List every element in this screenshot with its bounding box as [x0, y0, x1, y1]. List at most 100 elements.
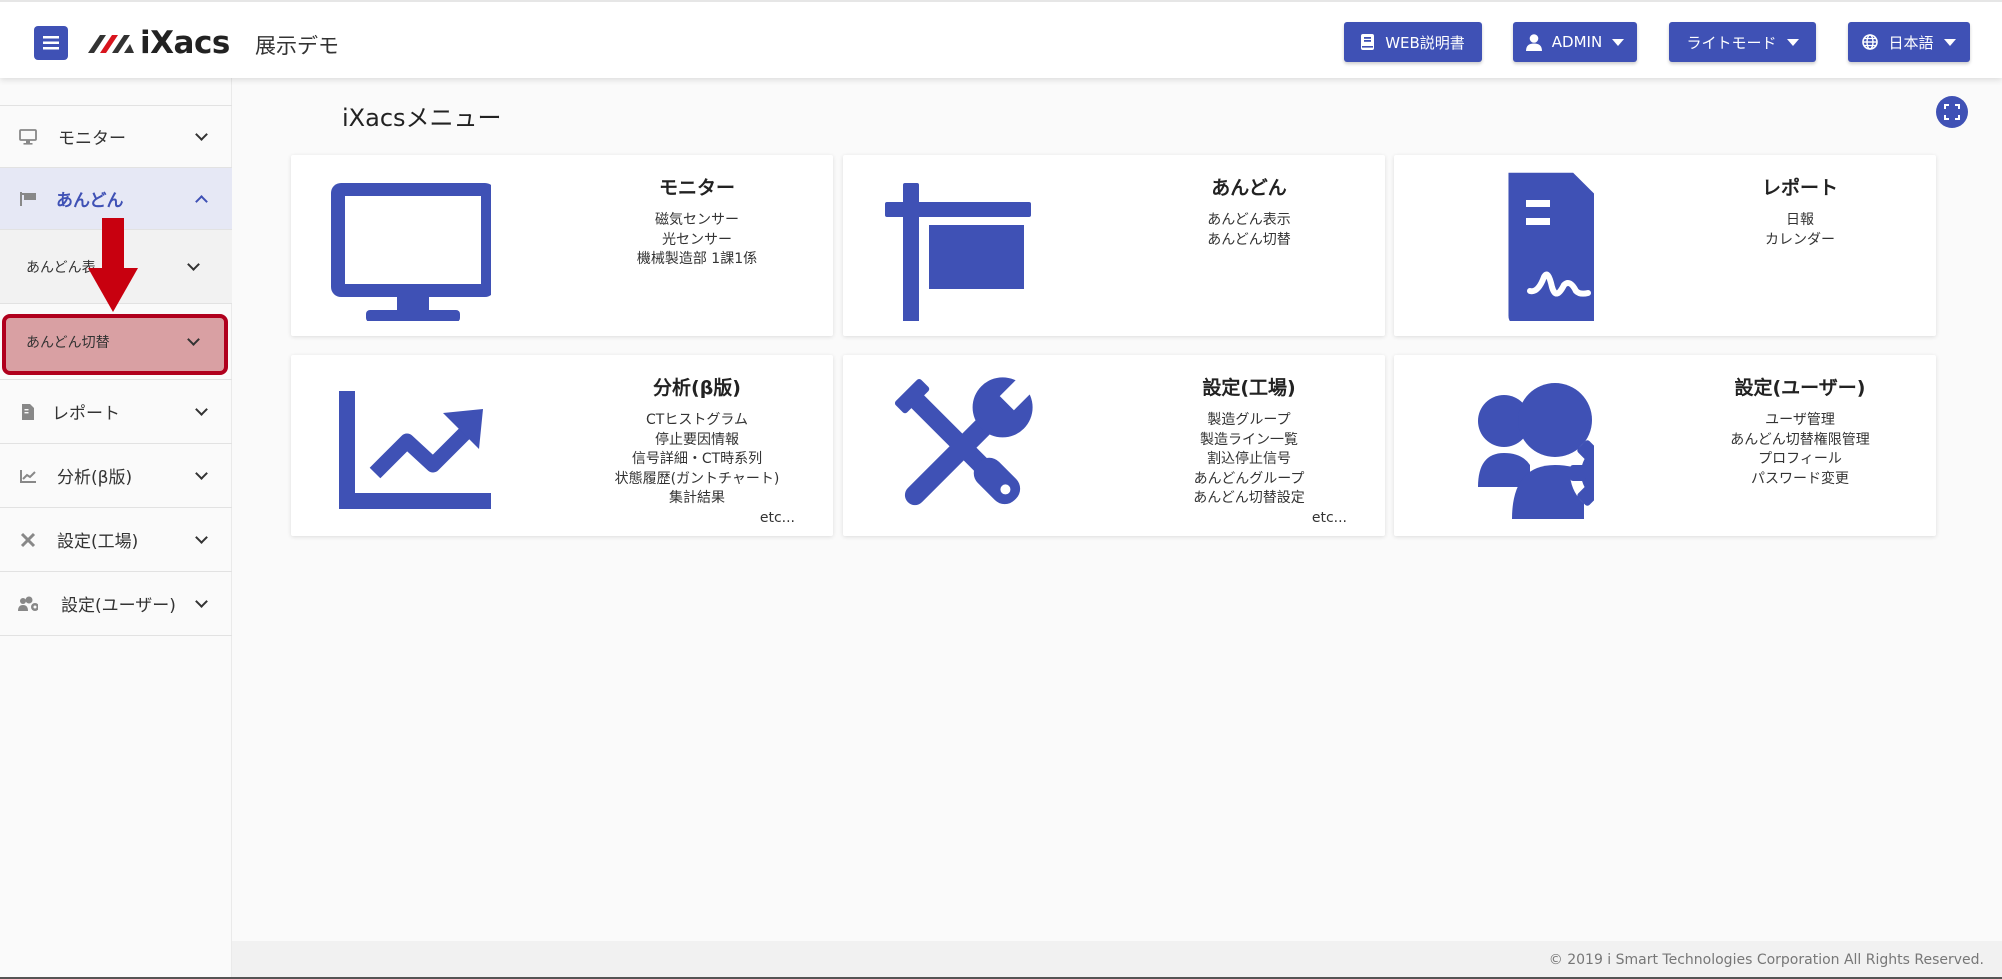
site-name: 展示デモ	[255, 34, 339, 58]
caret-down-icon	[1943, 38, 1956, 46]
copyright-text: © 2019 i Smart Technologies Corporation …	[1548, 952, 1984, 968]
caret-down-icon	[1612, 38, 1625, 46]
card-item[interactable]: あんどん表示	[1113, 211, 1385, 231]
book-icon	[1361, 34, 1375, 50]
language-button[interactable]: 日本語	[1848, 22, 1970, 62]
sidebar-item-analysis[interactable]: 分析(β版)	[0, 444, 232, 508]
users-cog-icon	[1478, 383, 1594, 519]
tools-icon	[894, 374, 1036, 506]
logo-text: iXacs	[140, 25, 230, 61]
chevron-up-icon	[195, 194, 208, 208]
card-item[interactable]: ユーザ管理	[1664, 411, 1936, 431]
card-item[interactable]: 集計結果	[561, 489, 833, 509]
theme-mode-label: ライトモード	[1686, 33, 1777, 52]
menu-card-factory-settings[interactable]: 設定(工場) 製造グループ 製造ライン一覧 割込停止信号 あんどんグループ あん…	[843, 355, 1385, 536]
card-item[interactable]: あんどんグループ	[1113, 470, 1385, 490]
card-item-list: 製造グループ 製造ライン一覧 割込停止信号 あんどんグループ あんどん切替設定	[1113, 411, 1385, 509]
card-item-list: 磁気センサー 光センサー 機械製造部 1課1係	[561, 211, 833, 270]
card-item[interactable]: CTヒストグラム	[561, 411, 833, 431]
app-logo[interactable]: iXacs	[88, 25, 230, 61]
logo-mark-icon	[88, 35, 134, 53]
tools-icon	[18, 530, 38, 550]
sidebar: モニター あんどん あんどん表 あんどん切替 レポート 分析(β版) 設定(工場…	[0, 78, 232, 979]
menu-card-report[interactable]: レポート 日報 カレンダー	[1394, 155, 1936, 336]
card-item[interactable]: 製造グループ	[1113, 411, 1385, 431]
chevron-down-icon	[195, 466, 208, 480]
menu-card-andon[interactable]: あんどん あんどん表示 あんどん切替	[843, 155, 1385, 336]
sidebar-item-monitor[interactable]: モニター	[0, 106, 232, 168]
sidebar-item-label: 分析(β版)	[57, 468, 133, 488]
card-title: 分析(β版)	[653, 377, 741, 399]
fullscreen-icon	[1944, 104, 1960, 120]
sidebar-item-label: あんどん	[56, 191, 124, 211]
report-icon	[1508, 172, 1594, 321]
chevron-down-icon	[195, 402, 208, 416]
card-item[interactable]: あんどん切替設定	[1113, 489, 1385, 509]
card-item[interactable]: 機械製造部 1課1係	[561, 250, 833, 270]
sidebar-item-label: レポート	[52, 404, 120, 424]
card-title: あんどん	[1211, 177, 1287, 199]
chart-line-icon	[339, 391, 491, 509]
theme-mode-button[interactable]: ライトモード	[1669, 22, 1816, 62]
card-etc-text: etc...	[1311, 510, 1347, 526]
flag-icon	[18, 189, 38, 209]
card-item[interactable]: 状態履歴(ガントチャート)	[561, 470, 833, 490]
report-icon	[18, 402, 38, 422]
chevron-down-icon	[187, 257, 200, 271]
card-title: レポート	[1761, 177, 1838, 199]
card-item[interactable]: 割込停止信号	[1113, 450, 1385, 470]
app-header: iXacs 展示デモ WEB説明書 ADMIN ライトモード 日本語	[0, 0, 2002, 78]
globe-icon	[1862, 34, 1879, 50]
card-title: モニター	[658, 177, 735, 199]
web-manual-button[interactable]: WEB説明書	[1344, 22, 1482, 62]
web-manual-label: WEB説明書	[1385, 33, 1465, 52]
card-item[interactable]: あんどん切替	[1113, 231, 1385, 251]
hamburger-menu-button[interactable]	[34, 26, 68, 60]
flag-icon	[885, 183, 1031, 321]
card-etc-text: etc...	[759, 510, 795, 526]
menu-card-user-settings[interactable]: 設定(ユーザー) ユーザ管理 あんどん切替権限管理 プロフィール パスワード変更	[1394, 355, 1936, 536]
menu-card-monitor[interactable]: モニター 磁気センサー 光センサー 機械製造部 1課1係	[291, 155, 833, 336]
fullscreen-button[interactable]	[1936, 96, 1968, 128]
card-item[interactable]: あんどん切替権限管理	[1664, 431, 1936, 451]
user-menu-button[interactable]: ADMIN	[1513, 22, 1637, 62]
users-cog-icon	[18, 594, 38, 614]
sidebar-subitem-label: あんどん表	[26, 259, 96, 276]
card-title: 設定(ユーザー)	[1734, 377, 1866, 399]
chart-icon	[18, 466, 38, 486]
card-item-list: CTヒストグラム 停止要因情報 信号詳細・CT時系列 状態履歴(ガントチャート)…	[561, 411, 833, 509]
sidebar-item-report[interactable]: レポート	[0, 380, 232, 444]
card-item[interactable]: プロフィール	[1664, 450, 1936, 470]
sidebar-item-label: 設定(工場)	[57, 532, 139, 552]
card-item[interactable]: 信号詳細・CT時系列	[561, 450, 833, 470]
sidebar-subitem-label: あんどん切替	[26, 334, 110, 351]
monitor-icon	[331, 183, 491, 321]
user-name-label: ADMIN	[1551, 33, 1603, 51]
monitor-icon	[18, 127, 38, 147]
card-item-list: ユーザ管理 あんどん切替権限管理 プロフィール パスワード変更	[1664, 411, 1936, 489]
card-item[interactable]: パスワード変更	[1664, 470, 1936, 490]
chevron-down-icon	[195, 127, 208, 141]
sidebar-item-factory-settings[interactable]: 設定(工場)	[0, 508, 232, 572]
card-item[interactable]: 製造ライン一覧	[1113, 431, 1385, 451]
chevron-down-icon	[195, 530, 208, 544]
page-title: iXacsメニュー	[342, 104, 502, 132]
card-item[interactable]: 停止要因情報	[561, 431, 833, 451]
annotation-arrow-icon	[88, 218, 138, 312]
card-item[interactable]: 日報	[1664, 211, 1936, 231]
language-label: 日本語	[1888, 33, 1934, 52]
card-title: 設定(工場)	[1202, 377, 1296, 399]
caret-down-icon	[1786, 38, 1799, 46]
menu-card-analysis[interactable]: 分析(β版) CTヒストグラム 停止要因情報 信号詳細・CT時系列 状態履歴(ガ…	[291, 355, 833, 536]
sidebar-subitem-andon-switch[interactable]: あんどん切替	[0, 304, 232, 380]
user-icon	[1525, 33, 1542, 51]
card-item[interactable]: 光センサー	[561, 231, 833, 251]
card-item-list: 日報 カレンダー	[1664, 211, 1936, 250]
hamburger-icon	[43, 36, 59, 50]
chevron-down-icon	[195, 594, 208, 608]
card-item-list: あんどん表示 あんどん切替	[1113, 211, 1385, 250]
card-item[interactable]: カレンダー	[1664, 231, 1936, 251]
footer: © 2019 i Smart Technologies Corporation …	[232, 941, 2002, 979]
sidebar-item-user-settings[interactable]: 設定(ユーザー)	[0, 572, 232, 636]
card-item[interactable]: 磁気センサー	[561, 211, 833, 231]
